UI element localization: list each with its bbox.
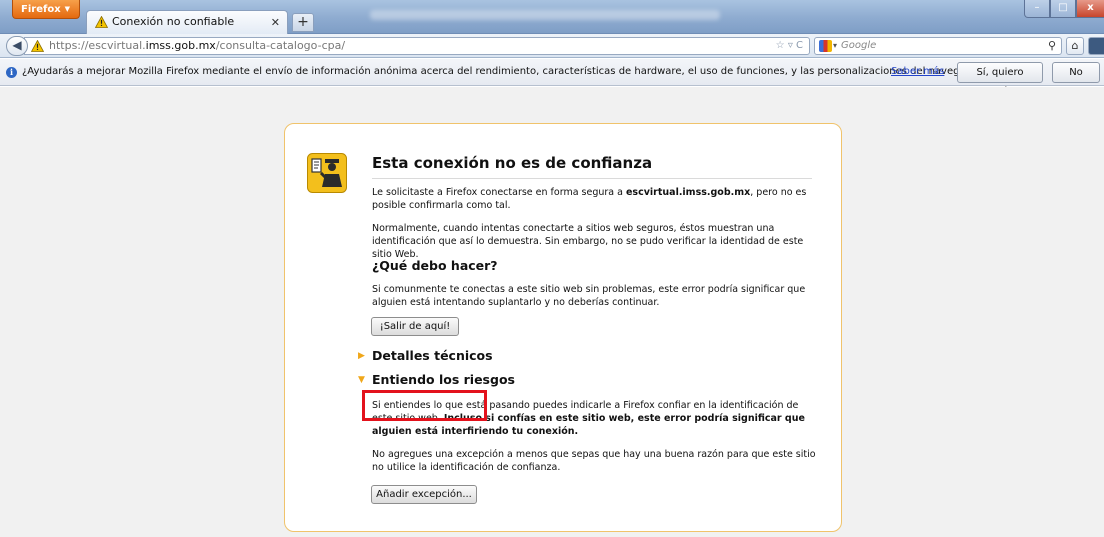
notification-bar: i ¿Ayudarás a mejorar Mozilla Firefox me…	[0, 59, 1104, 97]
search-input[interactable]: ▾ Google ⚲	[814, 37, 1062, 55]
leave-button[interactable]: ¡Salir de aquí!	[371, 317, 459, 336]
arrow-left-icon: ◀	[12, 38, 22, 52]
search-placeholder: Google	[841, 40, 877, 51]
firefox-menu-button[interactable]: Firefox ▼	[12, 0, 80, 19]
intro-paragraph: Le solicitaste a Firefox conectarse en f…	[372, 187, 807, 211]
toolbar-extension-button[interactable]	[1088, 37, 1104, 55]
explanation-paragraph: Normalmente, cuando intentas conectarte …	[372, 223, 804, 260]
window-title-blurred	[370, 10, 720, 20]
bookmark-star-icon[interactable]: ☆ ▿ C	[776, 38, 803, 54]
host-name: escvirtual.imss.gob.mx	[625, 187, 751, 198]
tab-title: Conexión no confiable	[112, 15, 235, 28]
highlight-box	[362, 390, 487, 421]
understand-risks-heading[interactable]: Entiendo los riesgos	[372, 372, 515, 387]
collapse-arrow-icon[interactable]: ▼	[358, 375, 365, 385]
new-tab-button[interactable]: +	[292, 13, 314, 32]
technical-details-heading[interactable]: Detalles técnicos	[372, 348, 493, 363]
search-icon[interactable]: ⚲	[1048, 38, 1056, 54]
title-bar: Firefox ▼ Conexión no confiable ✕ + – □ x	[0, 0, 1104, 34]
url-bar[interactable]: https://escvirtual.imss.gob.mx/consulta-…	[24, 37, 810, 55]
what-to-do-heading: ¿Qué debo hacer?	[372, 258, 498, 273]
home-button[interactable]: ⌂	[1066, 37, 1084, 55]
url-host: imss.gob.mx	[145, 39, 216, 52]
warning-icon	[30, 39, 45, 57]
expand-arrow-icon[interactable]: ▶	[358, 351, 365, 361]
minimize-button[interactable]: –	[1024, 0, 1050, 18]
chevron-down-icon[interactable]: ▾	[833, 38, 837, 54]
exception-warning-paragraph: No agregues una excepción a menos que se…	[372, 449, 816, 473]
yes-help-button[interactable]: Sí, quiero ayudar	[957, 62, 1043, 97]
url-path: /consulta-catalogo-cpa/	[215, 39, 346, 52]
add-exception-button[interactable]: Añadir excepción...	[371, 485, 477, 504]
learn-more-link[interactable]: Saber más	[891, 66, 944, 77]
page-title: Esta conexión no es de confianza	[372, 154, 812, 179]
no-button[interactable]: No	[1052, 62, 1100, 83]
home-icon: ⌂	[1071, 39, 1079, 52]
advice-paragraph: Si comunmente te conectas a este sitio w…	[372, 284, 806, 308]
navigation-bar: https://escvirtual.imss.gob.mx/consulta-…	[0, 34, 1104, 58]
policeman-icon	[307, 153, 347, 196]
google-logo-icon	[819, 40, 832, 52]
back-button[interactable]: ◀	[6, 36, 28, 56]
close-window-button[interactable]: x	[1076, 0, 1104, 18]
page-content: Esta conexión no es de confianza Le soli…	[0, 87, 1104, 537]
tab-active[interactable]: Conexión no confiable ✕	[86, 10, 288, 34]
info-icon: i	[6, 67, 17, 78]
error-box: Esta conexión no es de confianza Le soli…	[284, 123, 842, 532]
chevron-down-icon: ▼	[64, 5, 71, 13]
warning-icon	[94, 15, 109, 31]
maximize-button[interactable]: □	[1050, 0, 1076, 18]
notification-message: ¿Ayudarás a mejorar Mozilla Firefox medi…	[22, 66, 1035, 77]
url-prefix: https://escvirtual.	[49, 39, 146, 52]
close-tab-icon[interactable]: ✕	[271, 16, 280, 29]
